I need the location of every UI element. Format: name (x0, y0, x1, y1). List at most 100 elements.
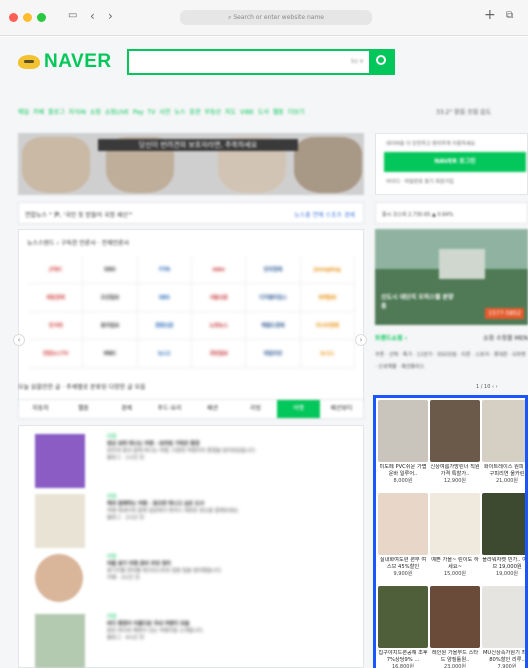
product-name[interactable]: 레인원 가을무드 스타드 양질톨원.. (430, 650, 480, 664)
press-logo[interactable]: 조선일보 (83, 284, 138, 312)
product-name[interactable]: MU신상속가원기 최대80%할인 리루.. (482, 650, 525, 664)
topic-tab[interactable]: 자동차 (19, 400, 62, 418)
feed-thumbnail[interactable] (35, 614, 85, 668)
shopping-pager[interactable]: 1 / 10 ‹ › (476, 384, 498, 390)
nav-item[interactable]: 부동산 (204, 109, 221, 116)
product-card[interactable]: 화이트레이스 원피 청구피리연 울카린 21,000원 (482, 400, 525, 493)
minimize-window-button[interactable] (23, 13, 32, 22)
keyboard-toggle[interactable]: ko ▾ (351, 58, 363, 65)
search-button[interactable] (369, 49, 395, 75)
nav-item[interactable]: 쇼핑 (90, 109, 101, 116)
nav-item[interactable]: 증권 (189, 109, 200, 116)
product-image[interactable] (482, 493, 525, 555)
press-logo[interactable]: 서울신문 (191, 284, 247, 312)
nav-item[interactable]: TV (148, 109, 156, 116)
prev-arrow-icon[interactable]: ‹ (13, 334, 25, 346)
nav-item[interactable]: Pay (133, 109, 144, 116)
forward-icon[interactable]: › (108, 9, 113, 23)
press-logo[interactable]: 데일리안 (246, 340, 301, 368)
nav-item[interactable]: 더보기 (288, 109, 305, 116)
topic-tab[interactable]: 리빙 (234, 400, 277, 418)
product-name[interactable]: 집구야치드편공해 조후7%상당9% ... (378, 650, 428, 664)
product-image[interactable] (378, 493, 428, 555)
product-image[interactable] (482, 586, 525, 648)
topic-tab[interactable]: 패션뷰티 (320, 400, 363, 418)
top-banner-ad[interactable]: 당신이 반려견의 보호자라면, 주목하세요 (18, 133, 364, 195)
product-name[interactable]: 화이트레이스 원피 청구피리연 울카린 (482, 464, 525, 478)
press-logo[interactable]: JTBC (29, 256, 84, 284)
product-name[interactable]: 실내화여도편 편부 여스므 45%할인 (378, 557, 428, 571)
close-window-button[interactable] (9, 13, 18, 22)
press-logo[interactable]: 매일경제 (29, 284, 84, 312)
press-logo[interactable]: 경향신문 (137, 312, 192, 340)
press-logo[interactable]: YTN (137, 256, 192, 284)
feed-thumbnail[interactable] (35, 554, 83, 602)
press-logo[interactable]: mbn (191, 256, 247, 284)
feed-item[interactable]: 여행 여름 휴가 여행 준비 추천 정리 휴가지별 준비물 체크리스트와 일정 팁을… (27, 554, 357, 610)
press-logo[interactable]: 헤럴드경제 (246, 312, 301, 340)
press-logo[interactable]: 한국경제 (246, 256, 301, 284)
nav-item[interactable]: 블로그 (48, 109, 65, 116)
product-card[interactable]: 플라워자켓 민가.. 여스므 19,000원 19,000원 (482, 493, 525, 586)
login-links[interactable]: 아이디 · 비밀번호 찾기 회원가입 (386, 178, 526, 185)
nav-item[interactable]: 메일 (18, 109, 29, 116)
shopping-tabs[interactable]: 쇼핑 소핑몰 MEN (483, 333, 528, 342)
feed-title[interactable]: 여름 휴가 여행 준비 추천 정리 (107, 561, 357, 568)
login-button[interactable]: NAVER 로그인 (384, 152, 526, 172)
stock-ticker[interactable]: 증시 코스피 2,730.65 ▲ 0.64% (375, 202, 528, 224)
news-ticker[interactable]: 연합뉴스 " 尹, '국민 뜻 받들어 국정 쇄신'" 뉴스홈 연예 스포츠 경… (18, 202, 364, 224)
search-box[interactable]: ko ▾ (127, 49, 395, 75)
feed-item[interactable]: 여행 책과 함께하는 여행 - 읽으면 떠나고 싶은 도서 여행 에세이와 함께 일… (27, 494, 357, 550)
nav-item[interactable]: 사전 (159, 109, 170, 116)
zoom-window-button[interactable] (37, 13, 46, 22)
shopping-chips[interactable]: 쿠폰 · 선택 · 특가 · 11번가 · SSG닷컴 · 티몬 · 스토어 ·… (375, 349, 528, 373)
product-name[interactable]: 미도페 PVC쉬운 가볍운바 일루어.. (378, 464, 428, 478)
press-logo[interactable]: 아시아경제 (300, 312, 355, 340)
product-image[interactable] (482, 400, 525, 462)
press-logo[interactable]: 동아일보 (83, 312, 138, 340)
nav-item[interactable]: VIBE (240, 109, 254, 116)
topic-tab[interactable]: 여행 (277, 400, 320, 418)
topic-tab[interactable]: 푸드·요리 (148, 400, 191, 418)
product-card[interactable]: 실내화여도편 편부 여스므 45%할인 9,900원 (378, 493, 428, 586)
product-card[interactable]: 예쁜 가을~ 린이도 하세요~ 15,000원 (430, 493, 480, 586)
press-logo[interactable]: MBC (83, 340, 138, 368)
product-name[interactable]: 플라워자켓 민가.. 여스므 19,000원 (482, 557, 525, 571)
topic-tab[interactable]: 웹툰 (62, 400, 105, 418)
press-logo[interactable]: SBS (137, 284, 192, 312)
product-image[interactable] (430, 493, 480, 555)
product-card[interactable]: 미도페 PVC쉬운 가볍운바 일루어.. 8,000원 (378, 400, 428, 493)
shopping-title[interactable]: 트렌드쇼핑 › (375, 335, 407, 342)
product-card[interactable]: 집구야치드편공해 조후7%상당9% ... 16,800원 (378, 586, 428, 668)
new-tab-icon[interactable]: + (484, 7, 496, 23)
nav-item[interactable]: 뉴스 (174, 109, 185, 116)
back-icon[interactable]: ‹ (90, 9, 95, 23)
press-logo[interactable]: 한겨레 (29, 312, 84, 340)
side-ad-banner[interactable]: 신도시 대단지 오피스텔 분양 중 1577-5852 (375, 229, 528, 325)
product-image[interactable] (378, 586, 428, 648)
nav-item[interactable]: 카페 (33, 109, 44, 116)
nav-item[interactable]: 쇼핑LIVE (105, 109, 129, 116)
press-logo[interactable]: KBS (83, 256, 138, 284)
next-arrow-icon[interactable]: › (355, 334, 367, 346)
news-ticker-links[interactable]: 뉴스홈 연예 스포츠 경제 (294, 210, 355, 219)
sidebar-toggle-icon[interactable]: ▭ (68, 10, 77, 21)
press-logo[interactable]: 뉴스1 (137, 340, 192, 368)
newsstand-header[interactable]: 뉴스스탠드 › 구독한 언론사 · 전체언론사 (27, 238, 129, 247)
nav-item[interactable]: 도서 (258, 109, 269, 116)
weather-widget[interactable]: 33.2° 맑음 흐림 습도 (436, 107, 491, 116)
topic-tab[interactable]: 패션 (191, 400, 234, 418)
product-name[interactable]: 신상여름가방린너 직원가격 특할가.. (430, 464, 480, 478)
feed-title[interactable]: 바다 풍경이 아름다운 국내 여행지 모음 (107, 621, 357, 628)
feed-title[interactable]: 책과 함께하는 여행 - 읽으면 떠나고 싶은 도서 (107, 501, 357, 508)
press-logo[interactable]: 세계일보 (300, 284, 355, 312)
feed-thumbnail[interactable] (35, 494, 85, 548)
press-logo[interactable]: 노컷뉴스 (191, 312, 247, 340)
product-card[interactable]: 신상여름가방린너 직원가격 특할가.. 12,900원 (430, 400, 480, 493)
product-image[interactable] (378, 400, 428, 462)
feed-item[interactable]: 여행 영상 보며 떠나는 여행 - 보라빛 가득한 풍경 보라색 꽃과 함께 떠나는… (27, 434, 357, 490)
product-name[interactable]: 예쁜 가을~ 린이도 하세요~ (430, 557, 480, 571)
nav-item[interactable]: 웹툰 (273, 109, 284, 116)
naver-logo[interactable]: NAVER (18, 51, 112, 73)
press-logo[interactable]: 디지털타임스 (246, 284, 301, 312)
